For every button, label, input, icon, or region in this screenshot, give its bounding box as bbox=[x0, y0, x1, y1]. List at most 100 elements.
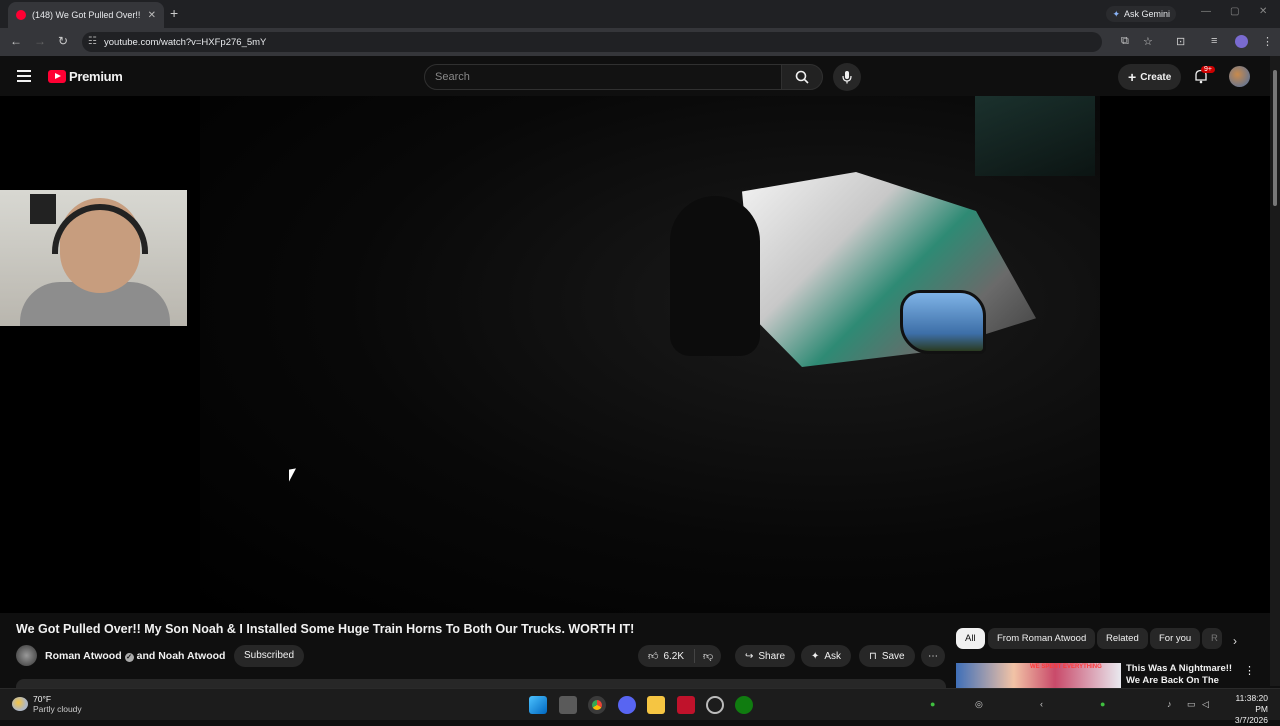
thumbs-down-icon: 👎︎ bbox=[703, 651, 714, 662]
extensions-icon[interactable]: ⊡ bbox=[1176, 35, 1185, 48]
video-player[interactable] bbox=[0, 96, 1270, 613]
xbox-icon[interactable] bbox=[735, 696, 753, 714]
channel-avatar[interactable] bbox=[16, 645, 37, 666]
task-view-icon[interactable] bbox=[559, 696, 577, 714]
menu-icon[interactable] bbox=[17, 70, 31, 82]
notification-count-badge: 9+ bbox=[1201, 66, 1215, 73]
chip-all[interactable]: All bbox=[956, 628, 985, 649]
thumbnail-text: WE SPENT EVERYTHING bbox=[1030, 664, 1102, 670]
mouse-cursor-icon bbox=[289, 468, 296, 482]
share-arrow-icon: ↪ bbox=[745, 650, 754, 662]
search-input[interactable]: Search bbox=[424, 64, 782, 90]
discord-icon[interactable] bbox=[618, 696, 636, 714]
browser-toolbar: ← → ↻ ☷ youtube.com/watch?v=HXFp276_5mY … bbox=[0, 28, 1280, 56]
account-avatar[interactable] bbox=[1229, 66, 1250, 87]
browser-tab[interactable]: (148) We Got Pulled Over!! My ✕ bbox=[8, 2, 164, 28]
search-icon bbox=[795, 70, 809, 84]
tray-volume-icon[interactable]: ◁ bbox=[1202, 699, 1209, 710]
create-button[interactable]: + Create bbox=[1118, 64, 1182, 90]
gemini-sparkle-icon: ✦ bbox=[1112, 8, 1120, 19]
tray-chevron-icon[interactable]: ‹ bbox=[1040, 699, 1043, 709]
youtube-header: Premium Search + Create 9+ bbox=[0, 56, 1270, 96]
minimize-window-icon[interactable]: — bbox=[1201, 6, 1211, 17]
microphone-icon bbox=[842, 71, 852, 84]
partly-cloudy-icon bbox=[12, 697, 28, 711]
chip-truncated[interactable]: R bbox=[1202, 628, 1222, 649]
video-scene-person bbox=[670, 196, 760, 356]
bookmark-star-icon[interactable]: ☆ bbox=[1143, 35, 1153, 48]
youtube-logo[interactable]: Premium bbox=[48, 69, 123, 84]
windows-taskbar: 70°F Partly cloudy ● ◎ ‹ ● ♪ ▭ ◁ 11:38:2… bbox=[0, 688, 1280, 725]
channel-name[interactable]: Roman Atwood bbox=[45, 650, 122, 662]
weather-condition: Partly cloudy bbox=[33, 704, 82, 714]
chevron-right-icon[interactable]: › bbox=[1233, 634, 1237, 648]
tray-xbox-icon[interactable]: ● bbox=[930, 699, 935, 709]
collab-channel[interactable]: and Noah Atwood bbox=[137, 650, 226, 662]
temperature: 70°F bbox=[33, 694, 52, 704]
forward-icon[interactable]: → bbox=[34, 34, 46, 48]
scrollbar-thumb[interactable] bbox=[1273, 70, 1277, 206]
chip-related[interactable]: Related bbox=[1097, 628, 1148, 649]
search-button[interactable] bbox=[781, 64, 823, 90]
tray-network-icon[interactable]: ▭ bbox=[1187, 699, 1196, 710]
close-tab-icon[interactable]: ✕ bbox=[148, 10, 156, 21]
site-info-icon[interactable]: ☷ bbox=[88, 36, 97, 47]
verified-icon: ✓ bbox=[124, 653, 134, 662]
headphones-icon bbox=[52, 204, 148, 254]
url-text: youtube.com/watch?v=HXFp276_5mY bbox=[104, 36, 267, 48]
clock-date: 3/7/2026 bbox=[1234, 715, 1268, 725]
browser-tab-strip: (148) We Got Pulled Over!! My ✕ + ✦ Ask … bbox=[0, 0, 1280, 28]
logo-text: Premium bbox=[69, 69, 123, 84]
subscribed-button[interactable]: Subscribed bbox=[234, 645, 305, 667]
youtube-favicon-icon bbox=[16, 10, 26, 20]
voice-search-button[interactable] bbox=[833, 63, 861, 91]
streaming-app-icon[interactable] bbox=[677, 696, 695, 714]
browser-menu-icon[interactable]: ⋮ bbox=[1262, 35, 1273, 48]
ask-gemini-button[interactable]: ✦ Ask Gemini bbox=[1106, 6, 1176, 22]
close-window-icon[interactable]: ✕ bbox=[1259, 6, 1267, 17]
youtube-play-icon bbox=[48, 70, 66, 83]
clock-time: 11:38:20 PM bbox=[1235, 693, 1268, 714]
file-explorer-icon[interactable] bbox=[647, 696, 665, 714]
like-button[interactable]: 👍︎ 6.2K bbox=[638, 650, 694, 663]
more-horizontal-icon: ⋯ bbox=[928, 650, 938, 662]
back-icon[interactable]: ← bbox=[10, 34, 22, 48]
reload-icon[interactable]: ↻ bbox=[58, 34, 68, 48]
save-label: Save bbox=[881, 650, 905, 662]
start-windows-icon[interactable] bbox=[529, 696, 547, 714]
chip-from-channel[interactable]: From Roman Atwood bbox=[988, 628, 1096, 649]
chip-for-you[interactable]: For you bbox=[1150, 628, 1201, 649]
create-label: Create bbox=[1140, 71, 1172, 83]
obs-icon[interactable] bbox=[706, 696, 724, 714]
maximize-window-icon[interactable]: ▢ bbox=[1230, 6, 1239, 17]
like-dislike-group: 👍︎ 6.2K 👎︎ bbox=[638, 645, 722, 667]
ask-gemini-label: Ask Gemini bbox=[1123, 9, 1170, 19]
tray-mic-icon[interactable]: ♪ bbox=[1167, 699, 1172, 709]
page-scrollbar[interactable] bbox=[1270, 56, 1280, 686]
more-vertical-icon[interactable]: ⋮ bbox=[1244, 664, 1255, 677]
system-clock[interactable]: 11:38:20 PM 3/7/2026 bbox=[1222, 693, 1268, 726]
like-count: 6.2K bbox=[663, 650, 685, 662]
chrome-icon[interactable] bbox=[588, 696, 606, 714]
more-actions-button[interactable]: ⋯ bbox=[921, 645, 945, 667]
address-bar[interactable]: ☷ youtube.com/watch?v=HXFp276_5mY bbox=[82, 32, 1102, 52]
save-button[interactable]: ⊓ Save bbox=[859, 645, 915, 667]
share-label: Share bbox=[758, 650, 786, 662]
tray-status-icon[interactable]: ● bbox=[1100, 699, 1105, 709]
ask-button[interactable]: ✦ Ask bbox=[801, 645, 852, 667]
dislike-button[interactable]: 👎︎ bbox=[695, 650, 721, 662]
video-scene-overpass bbox=[975, 96, 1095, 176]
recommended-thumbnail[interactable]: WE SPENT EVERYTHING bbox=[956, 663, 1121, 688]
new-tab-button[interactable]: + bbox=[170, 5, 178, 21]
install-app-icon[interactable]: ⧉ bbox=[1121, 35, 1129, 48]
media-controls-icon[interactable]: ≡ bbox=[1211, 35, 1217, 47]
share-button[interactable]: ↪ Share bbox=[735, 645, 796, 667]
tab-title: (148) We Got Pulled Over!! My bbox=[32, 10, 142, 20]
video-title: We Got Pulled Over!! My Son Noah & I Ins… bbox=[16, 622, 635, 636]
video-scene-mirror bbox=[900, 290, 986, 354]
webcam-overlay bbox=[0, 190, 187, 326]
webcam-background-frame bbox=[30, 194, 56, 224]
weather-widget[interactable]: 70°F Partly cloudy bbox=[12, 694, 82, 714]
profile-avatar[interactable] bbox=[1235, 35, 1248, 48]
tray-app-icon[interactable]: ◎ bbox=[975, 699, 983, 710]
